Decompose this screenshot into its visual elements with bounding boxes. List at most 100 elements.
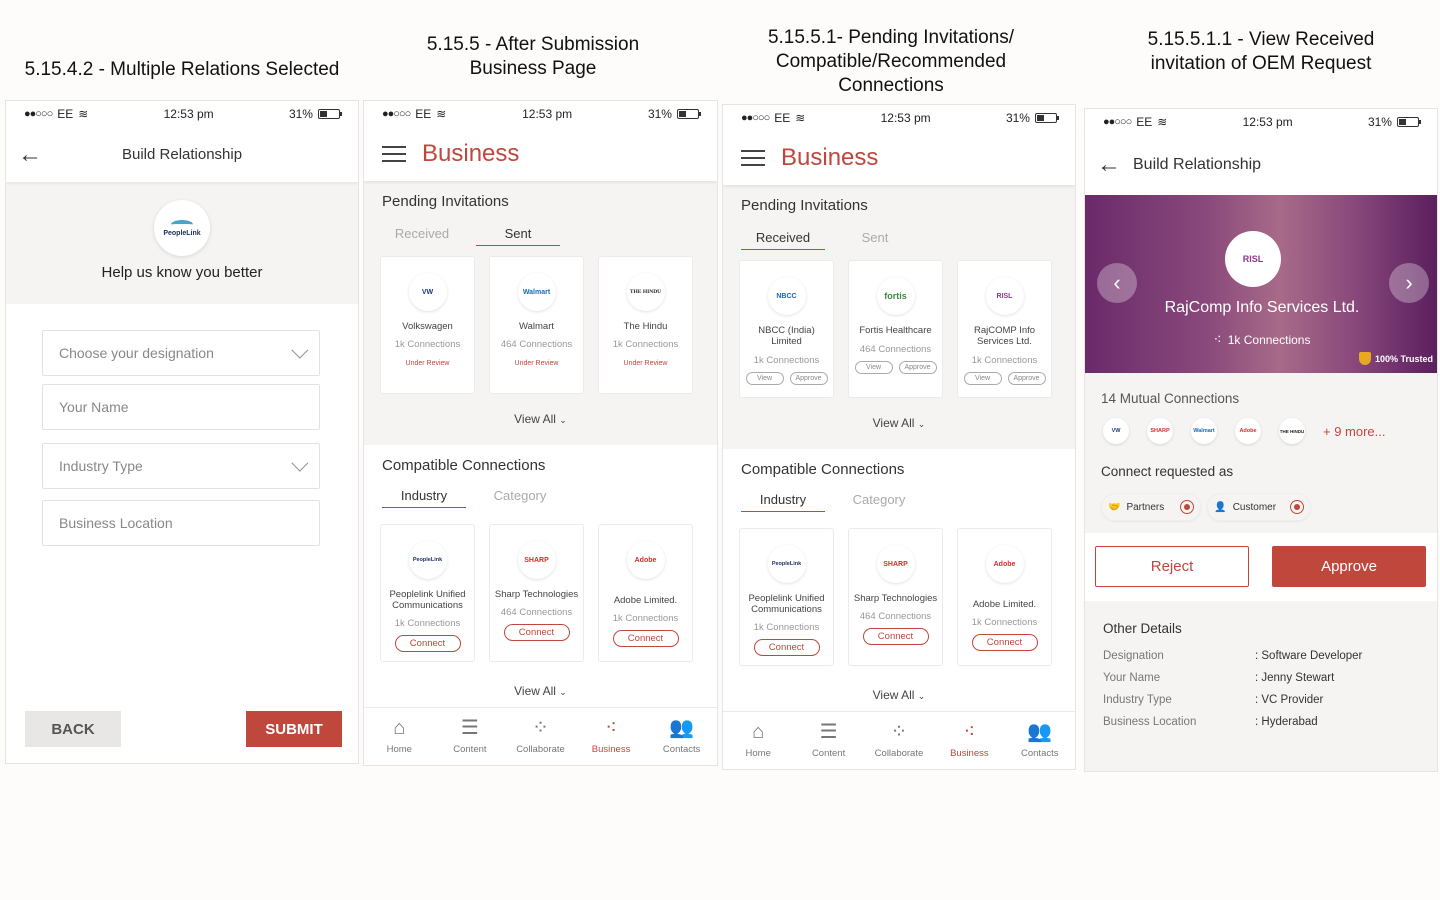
company-card[interactable]: SHARP Sharp Technologies 464 Connections… xyxy=(489,524,584,662)
nav-collaborate[interactable]: ⁘ Collaborate xyxy=(506,718,574,755)
collaborate-icon: ⁘ xyxy=(890,721,908,743)
company-card[interactable]: Adobe Adobe Limited. 1k Connections Conn… xyxy=(957,528,1052,666)
tab-received[interactable]: Received xyxy=(382,222,462,246)
back-arrow-icon[interactable]: ← xyxy=(1097,151,1133,179)
tab-category[interactable]: Category xyxy=(480,484,560,508)
industry-placeholder: Industry Type xyxy=(59,458,143,474)
name-input[interactable]: Your Name xyxy=(42,384,320,430)
tab-received[interactable]: Received xyxy=(741,226,825,250)
connect-button[interactable]: Connect xyxy=(503,624,570,641)
approve-button[interactable]: Approve xyxy=(789,372,828,385)
view-button[interactable]: View xyxy=(963,372,1002,385)
view-all-label: View All xyxy=(514,684,556,698)
approve-button[interactable]: Approve xyxy=(898,361,937,374)
carrier-label: EE xyxy=(1136,115,1153,129)
section-title-2: 5.15.5 - After Submission Business Page xyxy=(363,33,703,81)
connection-count: 464 Connections xyxy=(859,344,932,355)
bottom-nav: ⌂ Home ☰ Content ⁘ Collaborate ⁖ Business 👥 C… xyxy=(723,711,1075,769)
tab-industry[interactable]: Industry xyxy=(741,488,825,512)
location-input[interactable]: Business Location xyxy=(42,500,320,546)
section-title-4-line-2: invitation of OEM Request xyxy=(1150,53,1372,74)
chevron-left-icon[interactable]: ‹ xyxy=(1097,263,1137,303)
nav-home[interactable]: ⌂ Home xyxy=(724,722,792,759)
detail-key: Industry Type xyxy=(1103,694,1172,706)
tab-sent[interactable]: Sent xyxy=(835,226,915,250)
status-bar: ●●○○○ EE ≋ 12:53 pm 31% xyxy=(1085,109,1437,135)
view-button[interactable]: View xyxy=(854,361,893,374)
page-title: Build Relationship xyxy=(1133,156,1262,173)
carrier-label: EE xyxy=(415,107,432,121)
sharp-logo-icon: SHARP xyxy=(876,545,915,583)
nav-content[interactable]: ☰ Content xyxy=(436,718,504,755)
sent-cards: VW Volkswagen 1k Connections Under Revie… xyxy=(364,256,717,394)
nav-contacts[interactable]: 👥 Contacts xyxy=(648,718,716,755)
company-card[interactable]: NBCC NBCC (India) Limited 1k Connections… xyxy=(739,260,834,398)
connection-count: 464 Connections xyxy=(500,339,573,350)
connections-count: 1k Connections xyxy=(1227,333,1311,347)
back-arrow-icon[interactable]: ← xyxy=(18,141,58,169)
company-card[interactable]: Adobe Adobe Limited. 1k Connections Conn… xyxy=(598,524,693,662)
designation-select[interactable]: Choose your designation xyxy=(42,330,320,376)
adobe-logo-icon: Adobe xyxy=(1235,418,1261,444)
view-all-link[interactable]: View All ⌄ xyxy=(364,684,717,698)
view-button[interactable]: View xyxy=(745,372,784,385)
connect-button[interactable]: Connect xyxy=(612,630,679,647)
status-badge: Under Review xyxy=(405,360,450,367)
view-all-link[interactable]: View All ⌄ xyxy=(723,688,1075,702)
compatible-cards: PeopleLink Peoplelink Unified Communicat… xyxy=(364,524,717,662)
nav-collaborate[interactable]: ⁘ Collaborate xyxy=(865,722,933,759)
connect-button[interactable]: Connect xyxy=(862,628,929,645)
company-card[interactable]: PeopleLink Peoplelink Unified Communicat… xyxy=(739,528,834,666)
company-name: NBCC (India) Limited xyxy=(758,325,815,347)
battery-percent: 31% xyxy=(288,107,313,121)
battery-percent: 31% xyxy=(1367,115,1392,129)
role-customer[interactable]: 👤 Customer xyxy=(1207,493,1312,521)
more-connections-link[interactable]: + 9 more... xyxy=(1323,424,1386,439)
detail-value: : Hyderabad xyxy=(1255,716,1318,728)
submit-button[interactable]: SUBMIT xyxy=(246,711,342,747)
role-partners[interactable]: 🤝 Partners xyxy=(1101,493,1202,521)
nav-content[interactable]: ☰ Content xyxy=(795,722,863,759)
company-card[interactable]: SHARP Sharp Technologies 464 Connections… xyxy=(848,528,943,666)
nav-business[interactable]: ⁖ Business xyxy=(577,718,645,755)
nav-home[interactable]: ⌂ Home xyxy=(365,718,433,755)
detail-key: Business Location xyxy=(1103,716,1197,728)
tab-category[interactable]: Category xyxy=(839,488,919,512)
company-card[interactable]: PeopleLink Peoplelink Unified Communicat… xyxy=(380,524,475,662)
view-all-link[interactable]: View All ⌄ xyxy=(723,416,1075,430)
hamburger-menu-icon[interactable] xyxy=(741,150,765,166)
section-title-3-line-2: Compatible/Recommended xyxy=(775,51,1007,72)
designation-placeholder: Choose your designation xyxy=(59,345,214,361)
connect-button[interactable]: Connect xyxy=(971,634,1038,651)
approve-button[interactable]: Approve xyxy=(1007,372,1046,385)
nav-home-label: Home xyxy=(386,744,412,755)
section-title-4: 5.15.5.1.1 - View Received invitation of… xyxy=(1085,28,1437,76)
risl-logo: RISL xyxy=(1225,231,1281,287)
industry-select[interactable]: Industry Type xyxy=(42,443,320,489)
company-name: Sharp Technologies xyxy=(853,593,938,604)
company-card[interactable]: RISL RajCOMP Info Services Ltd. 1k Conne… xyxy=(957,260,1052,398)
company-card[interactable]: Walmart Walmart 464 Connections Under Re… xyxy=(489,256,584,394)
company-card[interactable]: fortis Fortis Healthcare 464 Connections… xyxy=(848,260,943,398)
company-name: Sharp Technologies xyxy=(494,589,579,600)
chevron-down-icon xyxy=(291,341,309,359)
nav-business-label: Business xyxy=(950,748,989,759)
chevron-right-icon[interactable]: › xyxy=(1389,263,1429,303)
tab-sent[interactable]: Sent xyxy=(476,222,560,246)
nav-business-label: Business xyxy=(591,744,631,755)
company-card[interactable]: VW Volkswagen 1k Connections Under Revie… xyxy=(380,256,475,394)
the-hindu-logo-icon: THE HINDU xyxy=(1279,418,1305,444)
nav-home-label: Home xyxy=(745,748,771,759)
reject-button[interactable]: Reject xyxy=(1095,546,1249,587)
nav-contacts[interactable]: 👥 Contacts xyxy=(1006,722,1074,759)
connect-button[interactable]: Connect xyxy=(394,635,461,652)
connect-button[interactable]: Connect xyxy=(753,639,820,656)
approve-button[interactable]: Approve xyxy=(1272,546,1426,587)
back-button[interactable]: BACK xyxy=(25,711,121,747)
view-all-link[interactable]: View All ⌄ xyxy=(364,412,717,426)
hamburger-menu-icon[interactable] xyxy=(382,146,406,162)
tab-industry[interactable]: Industry xyxy=(382,484,466,508)
section-title-3-line-1: 5.15.5.1- Pending Invitations/ xyxy=(767,27,1015,48)
company-card[interactable]: THE HINDU The Hindu 1k Connections Under… xyxy=(598,256,693,394)
nav-business[interactable]: ⁖ Business xyxy=(935,722,1003,759)
